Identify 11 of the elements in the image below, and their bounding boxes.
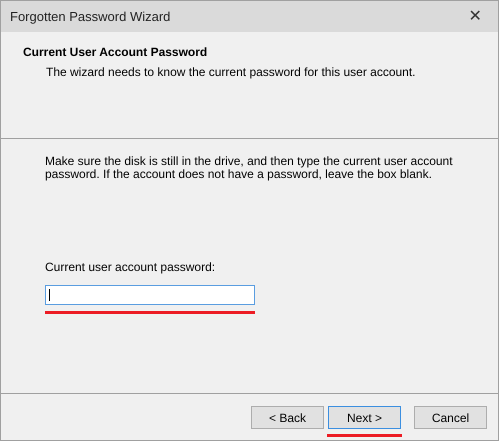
wizard-button[interactable]: < Back	[251, 406, 324, 429]
window-title: Forgotten Password Wizard	[10, 8, 170, 26]
text-cursor	[49, 289, 50, 301]
page-heading: Current User Account Password	[23, 44, 208, 61]
wizard-button[interactable]: Next >	[328, 406, 401, 429]
instructions-text: Make sure the disk is still in the drive, and then type the current user account password. If the account does not have a password, leave the box blank.	[45, 155, 454, 181]
wizard-button[interactable]: Cancel	[414, 406, 487, 429]
field-label: Current user account password:	[45, 259, 216, 276]
close-button[interactable]: ✕	[460, 4, 490, 28]
password-field[interactable]	[45, 285, 255, 305]
page-subtitle: The wizard needs to know the current password for this user account.	[45, 64, 417, 81]
